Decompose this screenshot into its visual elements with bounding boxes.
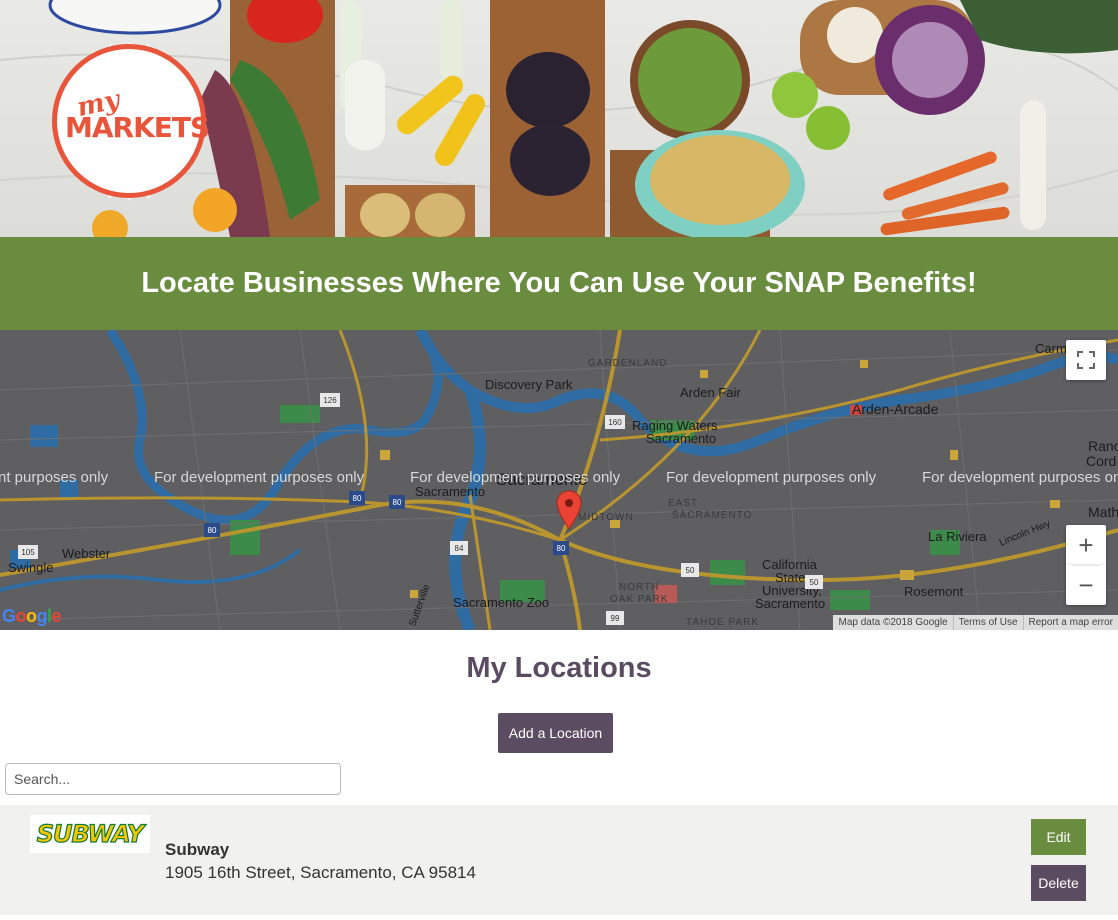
- report-map-error-link[interactable]: Report a map error: [1022, 615, 1118, 630]
- dev-watermark: For development purposes only: [154, 469, 365, 486]
- svg-text:84: 84: [455, 544, 464, 553]
- minus-icon: −: [1078, 569, 1094, 600]
- search-input[interactable]: [5, 763, 341, 795]
- map-data-attribution: Map data ©2018 Google: [838, 617, 948, 628]
- mymarkets-logo[interactable]: my MARKETS: [36, 28, 222, 214]
- snap-banner: Locate Businesses Where You Can Use Your…: [0, 237, 1118, 330]
- logo-markets-text: MARKETS: [65, 111, 210, 144]
- locations-heading: My Locations: [466, 652, 652, 684]
- svg-text:160: 160: [608, 418, 622, 427]
- dev-watermark: For development purposes only: [922, 469, 1118, 486]
- subway-logo-text: SUBWAY: [36, 819, 145, 848]
- hero-image: my MARKETS: [0, 0, 1118, 237]
- dev-watermark: nt purposes only: [0, 469, 109, 486]
- svg-text:80: 80: [557, 544, 566, 553]
- svg-text:80: 80: [208, 526, 217, 535]
- edit-location-button[interactable]: Edit: [1031, 819, 1086, 855]
- fullscreen-icon: [1077, 351, 1095, 369]
- map-footer: Map data ©2018 Google Terms of Use Repor…: [833, 615, 1118, 630]
- subway-logo: SUBWAY: [30, 815, 150, 853]
- shield-label: 126: [323, 396, 337, 405]
- location-list-item: SUBWAY Subway 1905 16th Street, Sacramen…: [0, 805, 1118, 915]
- svg-text:99: 99: [611, 614, 620, 623]
- svg-text:105: 105: [21, 548, 35, 557]
- dev-watermark: For development purposes only: [666, 469, 877, 486]
- svg-text:80: 80: [393, 498, 402, 507]
- plus-icon: +: [1078, 529, 1094, 560]
- dev-watermark: For development purposes only: [410, 469, 621, 486]
- zoom-out-button[interactable]: −: [1066, 565, 1106, 605]
- google-logo[interactable]: Google: [2, 606, 62, 627]
- banner-heading: Locate Businesses Where You Can Use Your…: [141, 267, 977, 299]
- svg-text:50: 50: [686, 566, 695, 575]
- google-map[interactable]: Carmichae GARDENLAND Discovery Park Arde…: [0, 330, 1118, 630]
- map-marker-icon[interactable]: [556, 490, 582, 530]
- delete-location-button[interactable]: Delete: [1031, 865, 1086, 901]
- terms-of-use-link[interactable]: Terms of Use: [952, 615, 1023, 630]
- location-name: Subway: [165, 840, 230, 859]
- location-address: 1905 16th Street, Sacramento, CA 95814: [165, 863, 476, 882]
- add-location-button[interactable]: Add a Location: [498, 713, 613, 753]
- zoom-in-button[interactable]: +: [1066, 525, 1106, 565]
- fullscreen-button[interactable]: [1066, 340, 1106, 380]
- zoom-divider: [1072, 565, 1100, 566]
- svg-text:80: 80: [353, 494, 362, 503]
- svg-text:50: 50: [810, 578, 819, 587]
